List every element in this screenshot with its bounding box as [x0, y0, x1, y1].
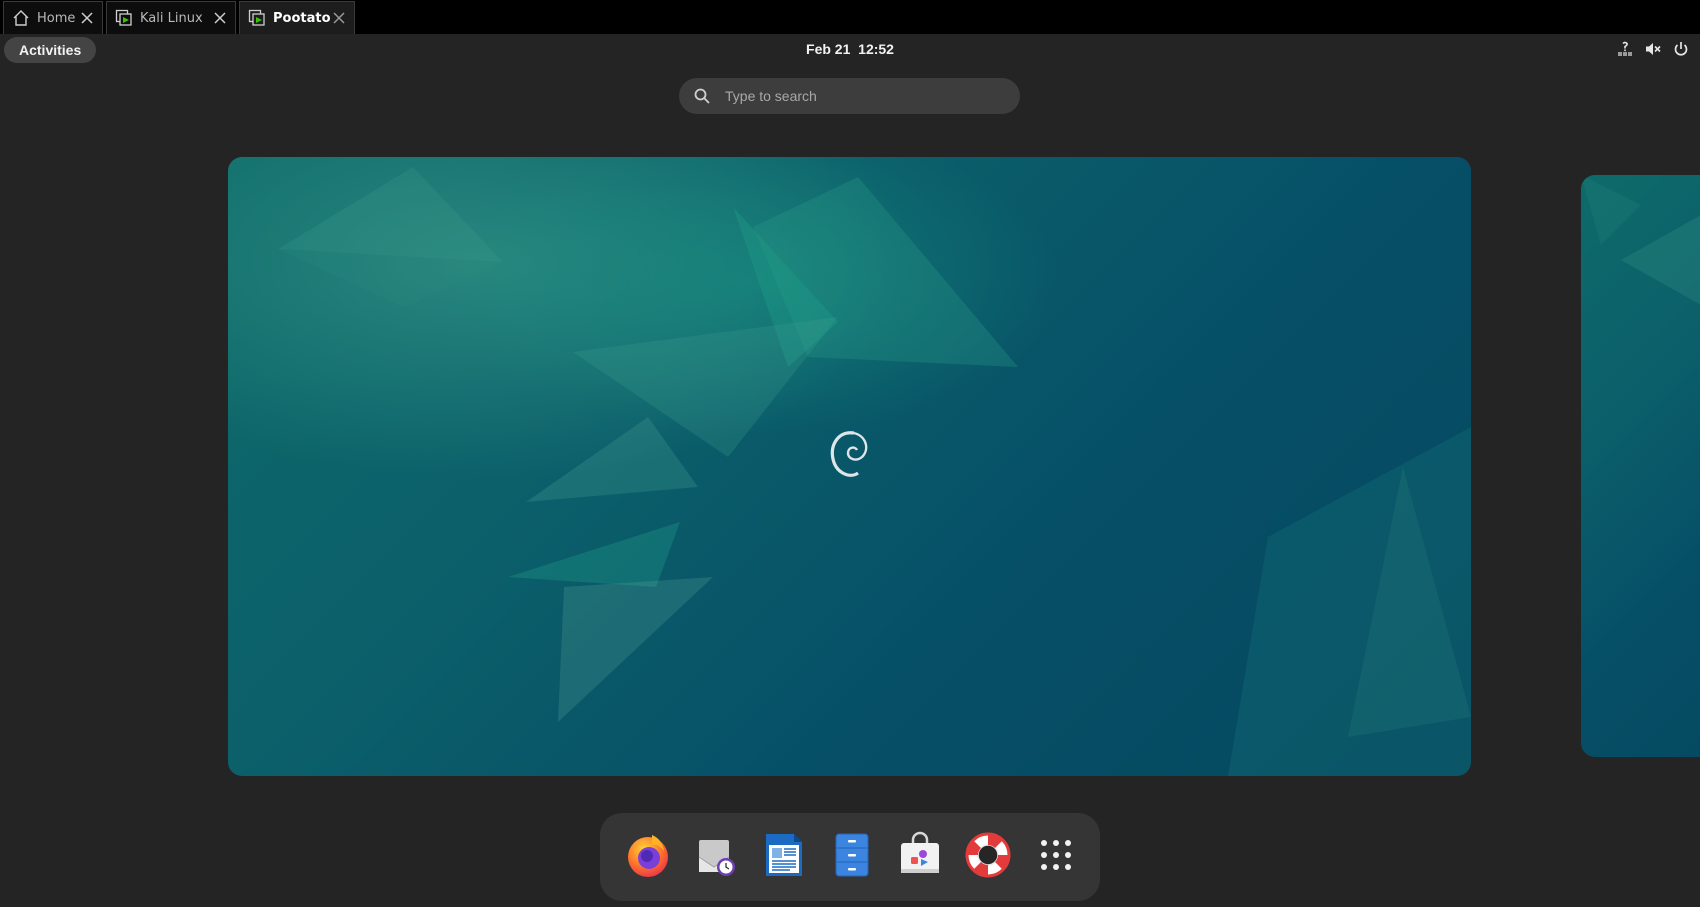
activities-button[interactable]: Activities	[4, 37, 97, 63]
vm-tab-strip: Home Kali Linux Pootato	[0, 0, 1700, 34]
workspace-thumbnail-active[interactable]	[228, 157, 1471, 776]
vm-icon	[115, 9, 133, 27]
gnome-top-bar: Activities Feb 21 12:52	[0, 34, 1700, 66]
show-apps-icon	[1038, 837, 1074, 877]
close-icon[interactable]	[211, 9, 229, 27]
help-icon	[964, 831, 1012, 883]
tab-label: Pootato	[273, 10, 331, 26]
date-time-menu[interactable]: Feb 21 12:52	[806, 41, 894, 57]
dash-evolution[interactable]	[690, 831, 742, 883]
tab-kali-linux[interactable]: Kali Linux	[106, 1, 236, 34]
clock: Feb 21 12:52	[0, 41, 1700, 57]
tab-label: Home	[37, 10, 76, 26]
debian-wallpaper	[1581, 175, 1700, 305]
close-icon[interactable]	[78, 9, 96, 27]
search-input[interactable]	[723, 87, 987, 105]
volume-muted-icon[interactable]	[1644, 40, 1662, 58]
dash-help[interactable]	[962, 831, 1014, 883]
system-tray[interactable]	[1616, 40, 1690, 58]
file-manager-icon	[828, 831, 876, 883]
dash	[600, 813, 1100, 901]
dash-files[interactable]	[826, 831, 878, 883]
search-icon	[693, 87, 711, 105]
tab-pootato[interactable]: Pootato	[239, 1, 355, 34]
search-bar[interactable]	[679, 78, 1020, 114]
vm-icon	[248, 9, 266, 27]
workspace-thumbnail-next[interactable]	[1581, 175, 1700, 757]
evolution-mail-icon	[692, 831, 740, 883]
tab-home[interactable]: Home	[3, 1, 103, 34]
network-unknown-icon[interactable]	[1616, 40, 1634, 58]
tab-label: Kali Linux	[140, 10, 203, 26]
debian-swirl-logo	[830, 431, 868, 477]
libreoffice-writer-icon	[760, 831, 808, 883]
power-icon[interactable]	[1672, 40, 1690, 58]
dash-firefox[interactable]	[622, 831, 674, 883]
close-icon[interactable]	[330, 9, 348, 27]
firefox-icon	[624, 831, 672, 883]
dash-software[interactable]	[894, 831, 946, 883]
software-center-icon	[896, 831, 944, 883]
home-icon	[12, 9, 30, 27]
dash-libreoffice-writer[interactable]	[758, 831, 810, 883]
dash-show-apps[interactable]	[1030, 831, 1082, 883]
